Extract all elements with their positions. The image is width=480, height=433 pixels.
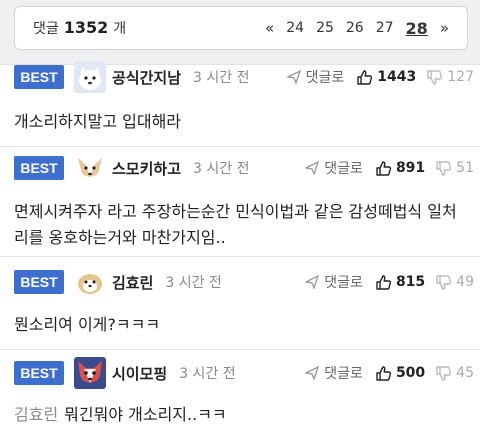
reply-arrow-icon <box>305 275 320 289</box>
current-page[interactable]: 28 <box>406 19 428 38</box>
dislike-count: 127 <box>447 69 474 85</box>
reply-button[interactable]: 댓글로 <box>305 158 363 178</box>
reply-arrow-icon <box>305 366 320 380</box>
comment-count-number: 1352 <box>63 18 109 37</box>
like-button[interactable]: 500 <box>375 365 425 382</box>
comment-header: BEST 공식간지남 3 시간 전 댓글로 1443 127 <box>14 61 474 93</box>
like-count: 815 <box>395 274 426 290</box>
author-nickname[interactable]: 스모키하고 <box>112 158 181 179</box>
avatar[interactable] <box>74 266 106 298</box>
thumbs-down-icon <box>436 160 452 176</box>
next-page-button[interactable]: » <box>440 19 449 37</box>
reply-label: 댓글로 <box>324 275 363 291</box>
dislike-count: 49 <box>456 274 474 290</box>
best-badge: BEST <box>14 65 64 89</box>
reply-label: 댓글로 <box>324 366 363 382</box>
best-badge: BEST <box>14 156 64 180</box>
comment-header: BEST 스모키하고 3 시간 전 댓글로 891 51 <box>14 152 474 184</box>
author-nickname[interactable]: 공식간지남 <box>112 67 181 88</box>
pager-box: 댓글 1352 개 « 24 25 26 27 28 » <box>14 6 468 50</box>
comment-text: 면제시켜주자 라고 주장하는순간 민식이법과 같은 감성떼법식 일처리를 옹호하… <box>14 202 457 247</box>
comment-count-label: 댓글 <box>33 21 59 37</box>
best-badge: BEST <box>14 270 64 294</box>
reply-label: 댓글로 <box>324 161 363 177</box>
thumbs-up-icon <box>376 365 392 381</box>
thumbs-down-icon <box>436 274 452 290</box>
comment-time: 3 시간 전 <box>179 366 236 382</box>
comment-pager-bar: 댓글 1352 개 « 24 25 26 27 28 » <box>0 0 480 64</box>
like-button[interactable]: 1443 <box>356 69 416 86</box>
dislike-button[interactable]: 51 <box>435 160 474 177</box>
pagination: « 24 25 26 27 28 » <box>265 19 449 38</box>
like-count: 1443 <box>377 69 417 85</box>
best-badge: BEST <box>14 361 64 385</box>
comment-header: BEST 시이모핑 3 시간 전 댓글로 500 45 <box>14 357 474 389</box>
comment-text: 뭔소리여 이게?ㅋㅋㅋ <box>14 315 161 334</box>
comment-text: 김효린 뭐긴뭐야 개소리지..ㅋㅋ <box>14 402 469 428</box>
prev-page-button[interactable]: « <box>265 19 274 37</box>
like-count: 500 <box>395 365 426 381</box>
comment-text: 개소리하지말고 입대해라 <box>14 112 182 131</box>
like-button[interactable]: 891 <box>375 160 425 177</box>
comment-time: 3 시간 전 <box>193 161 250 177</box>
reply-mention[interactable]: 김효린 <box>14 405 58 424</box>
dislike-button[interactable]: 45 <box>435 365 474 382</box>
author-nickname[interactable]: 김효린 <box>112 272 153 293</box>
comment-count: 댓글 1352 개 <box>33 18 126 38</box>
dislike-button[interactable]: 49 <box>435 274 474 291</box>
comment-header: BEST 김효린 3 시간 전 댓글로 815 49 <box>14 266 474 298</box>
reply-button[interactable]: 댓글로 <box>305 363 363 383</box>
dislike-count: 45 <box>456 365 474 381</box>
like-button[interactable]: 815 <box>375 274 425 291</box>
avatar[interactable] <box>74 61 106 93</box>
page-link[interactable]: 25 <box>316 20 334 36</box>
thumbs-up-icon <box>376 160 392 176</box>
reply-arrow-icon <box>305 161 320 175</box>
thumbs-up-icon <box>376 274 392 290</box>
reply-button[interactable]: 댓글로 <box>286 67 345 87</box>
comment-time: 3 시간 전 <box>165 275 222 291</box>
avatar[interactable] <box>74 357 106 389</box>
comment-time: 3 시간 전 <box>193 70 250 86</box>
thumbs-up-icon <box>357 69 373 85</box>
dislike-button[interactable]: 127 <box>426 69 474 86</box>
avatar[interactable] <box>74 152 106 184</box>
page-link[interactable]: 27 <box>376 20 394 36</box>
reply-label: 댓글로 <box>305 70 345 86</box>
dislike-count: 51 <box>456 160 474 176</box>
thumbs-down-icon <box>436 365 452 381</box>
thumbs-down-icon <box>427 69 443 85</box>
comment-text-content: 뭐긴뭐야 개소리지..ㅋㅋ <box>64 405 227 424</box>
like-count: 891 <box>395 160 426 176</box>
reply-arrow-icon <box>286 70 301 84</box>
comment-count-unit: 개 <box>113 21 127 37</box>
author-nickname[interactable]: 시이모핑 <box>112 363 167 384</box>
reply-button[interactable]: 댓글로 <box>305 272 363 292</box>
page-link[interactable]: 26 <box>346 20 364 36</box>
page-link[interactable]: 24 <box>286 20 304 36</box>
